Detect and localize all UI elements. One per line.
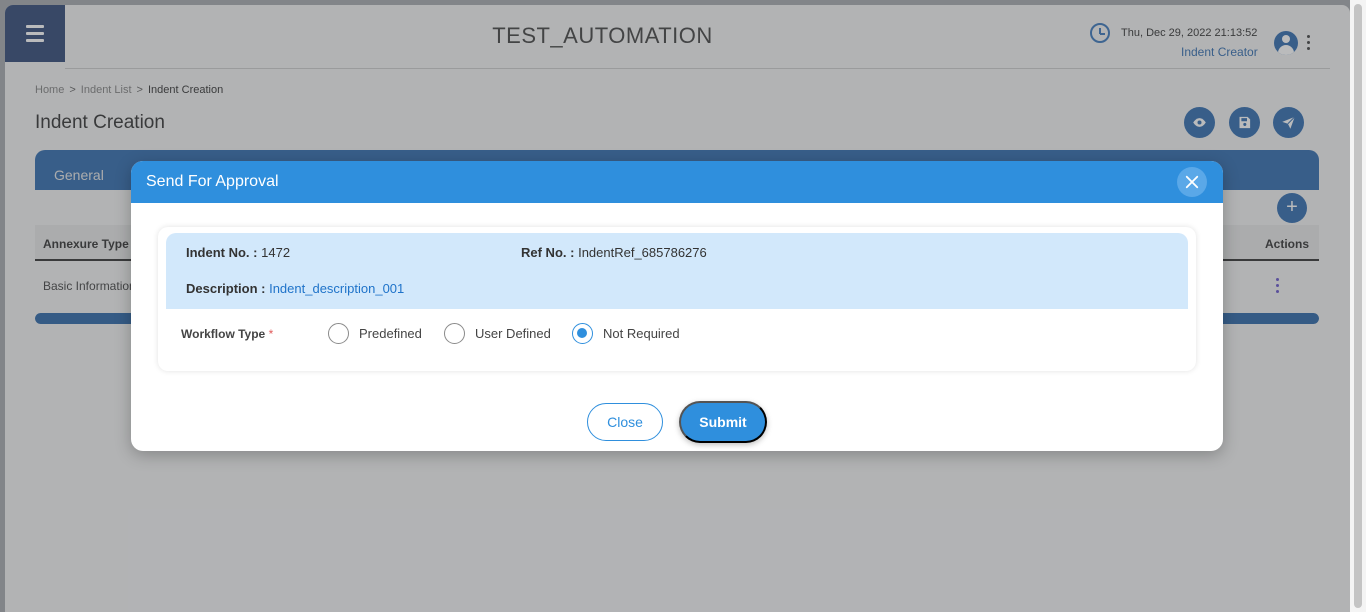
dialog-header: Send For Approval	[131, 161, 1223, 203]
description-value[interactable]: Indent_description_001	[269, 281, 404, 296]
submit-button[interactable]: Submit	[679, 401, 767, 443]
indent-no-label: Indent No. :	[186, 245, 258, 260]
ref-no-value: IndentRef_685786276	[578, 245, 707, 260]
indent-no-value: 1472	[261, 245, 291, 260]
ref-no-label: Ref No. :	[521, 245, 575, 260]
radio-predefined-button[interactable]	[328, 323, 349, 344]
radio-user-defined-button[interactable]	[444, 323, 465, 344]
radio-predefined[interactable]: Predefined	[328, 323, 422, 344]
close-button[interactable]: Close	[587, 403, 663, 441]
dialog-close-button[interactable]	[1177, 167, 1207, 197]
radio-not-required-button[interactable]	[572, 323, 593, 344]
dialog-title: Send For Approval	[146, 173, 279, 190]
radio-predefined-label[interactable]: Predefined	[359, 326, 422, 341]
indent-info-card: Indent No. : 1472 Ref No. : IndentRef_68…	[158, 227, 1196, 371]
radio-not-required-label[interactable]: Not Required	[603, 326, 680, 341]
workflow-type-label: Workflow Type *	[181, 327, 273, 341]
ref-no-field: Ref No. : IndentRef_685786276	[521, 245, 707, 260]
radio-user-defined-label[interactable]: User Defined	[475, 326, 551, 341]
description-label: Description :	[186, 281, 266, 296]
indent-no-field: Indent No. : 1472	[186, 245, 290, 260]
radio-not-required[interactable]: Not Required	[572, 323, 680, 344]
required-mark: *	[268, 327, 274, 341]
close-icon	[1185, 175, 1199, 189]
scrollbar-thumb[interactable]	[1354, 4, 1362, 608]
description-field: Description : Indent_description_001	[186, 281, 404, 296]
send-for-approval-dialog: Send For Approval Indent No. : 1472 Ref …	[131, 161, 1223, 451]
workflow-type-label-text: Workflow Type	[181, 327, 266, 341]
radio-user-defined[interactable]: User Defined	[444, 323, 551, 344]
